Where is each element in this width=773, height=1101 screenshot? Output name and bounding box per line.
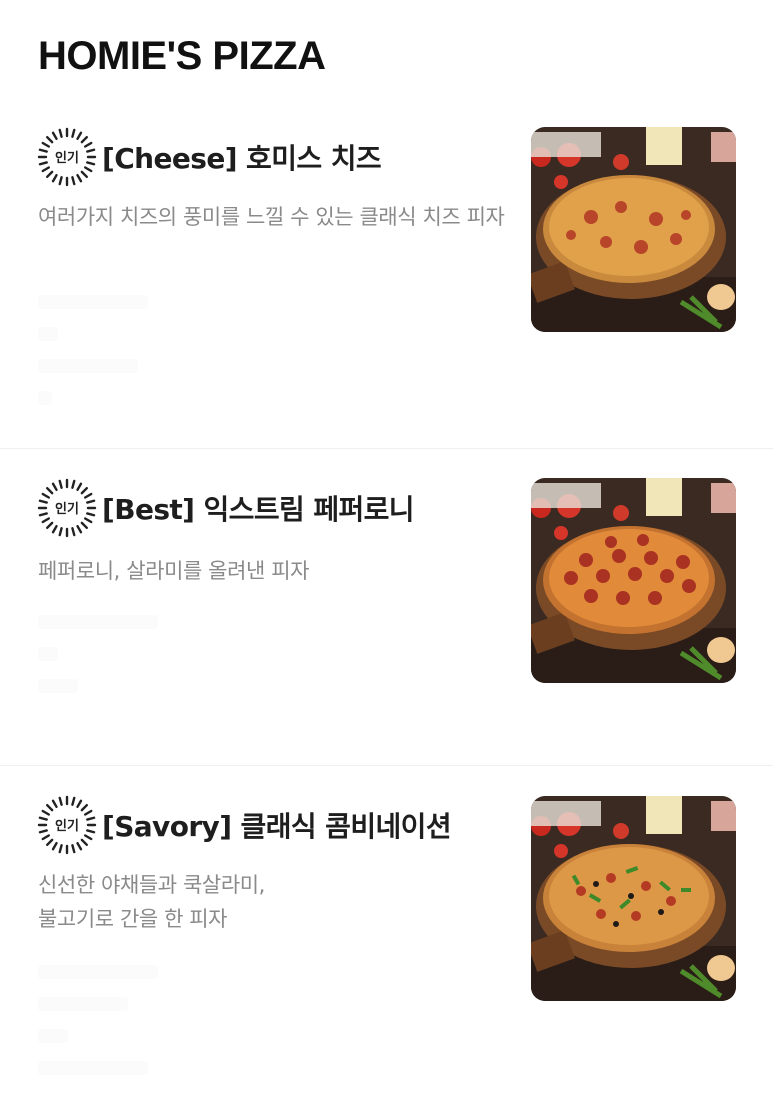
menu-item-description: 신선한 야채들과 쿡살라미, 불고기로 간을 한 피자 (38, 868, 508, 936)
cheese-pizza-image (531, 127, 736, 332)
menu-item-name: [Savory] 클래식 콤비네이션 (102, 810, 452, 843)
menu-item-name-row: 인기 [Savory] 클래식 콤비네이션 (36, 794, 452, 856)
pepperoni-pizza-image (531, 478, 736, 683)
faded-placeholder (38, 965, 158, 1093)
faded-placeholder (38, 295, 148, 423)
menu-item-combination[interactable]: 인기 [Savory] 클래식 콤비네이션 신선한 야채들과 쿡살라미, 불고기… (0, 767, 773, 1101)
menu-item-name: [Best] 익스트림 페퍼로니 (102, 493, 415, 526)
page-title: HOMIE'S PIZZA (38, 34, 326, 78)
menu-item-cheese[interactable]: 인기 [Cheese] 호미스 치즈 여러가지 치즈의 풍미를 느낄 수 있는 … (0, 100, 773, 449)
menu-item-description-line: 신선한 야채들과 쿡살라미, (38, 873, 265, 897)
menu-item-description: 페퍼로니, 살라미를 올려낸 피자 (38, 559, 310, 583)
menu-item-description: 여러가지 치즈의 풍미를 느낄 수 있는 클래식 치즈 피자 (38, 205, 505, 229)
svg-text:인기: 인기 (55, 501, 79, 517)
menu-item-name-row: 인기 [Cheese] 호미스 치즈 (36, 126, 382, 188)
combination-pizza-image (531, 796, 736, 1001)
menu-item-name-row: 인기 [Best] 익스트림 페퍼로니 (36, 477, 415, 539)
faded-placeholder (38, 615, 158, 711)
popular-badge-icon: 인기 (36, 477, 98, 539)
menu-item-description-line: 불고기로 간을 한 피자 (38, 907, 228, 931)
popular-badge-icon: 인기 (36, 794, 98, 856)
menu-item-pepperoni[interactable]: 인기 [Best] 익스트림 페퍼로니 페퍼로니, 살라미를 올려낸 피자 (0, 450, 773, 766)
popular-badge-icon: 인기 (36, 126, 98, 188)
svg-text:인기: 인기 (55, 818, 79, 834)
menu-item-name: [Cheese] 호미스 치즈 (102, 142, 382, 175)
svg-text:인기: 인기 (55, 150, 79, 166)
